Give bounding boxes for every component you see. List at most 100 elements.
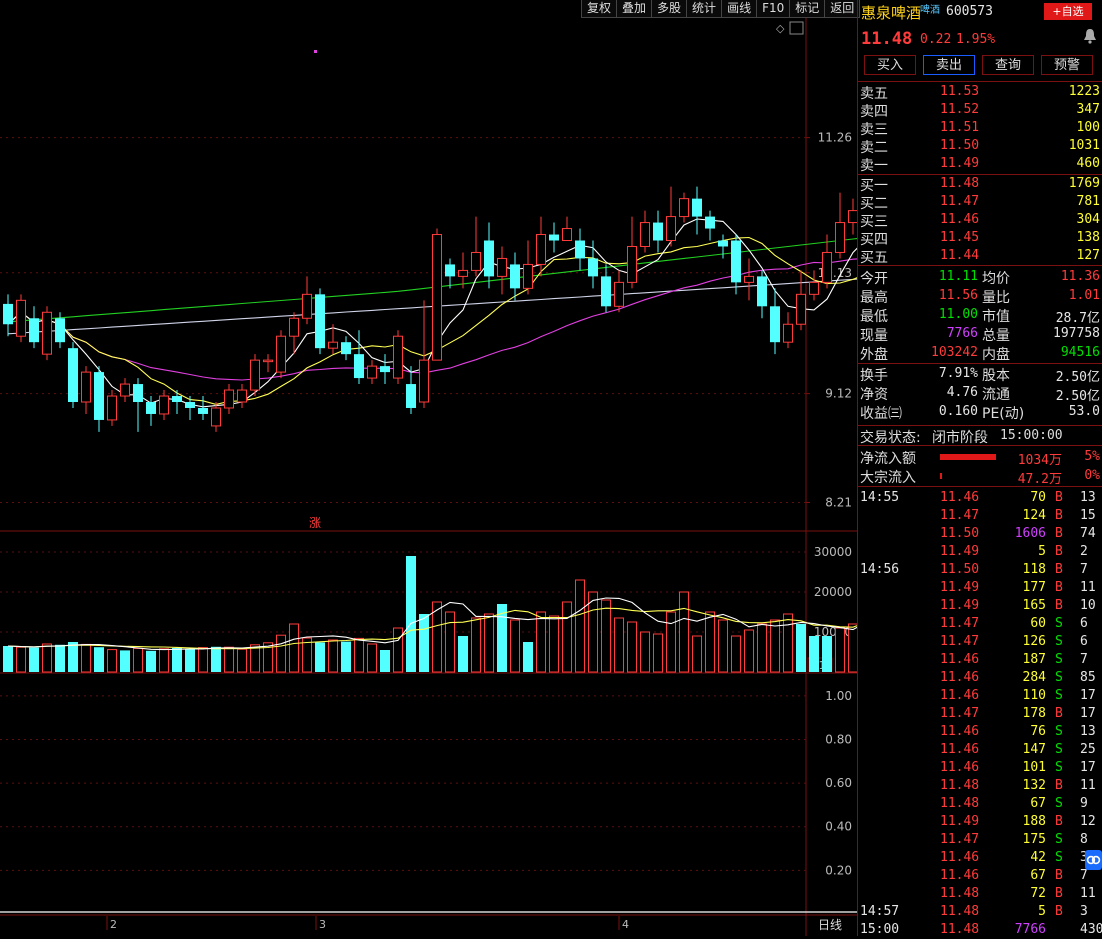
stat-value: 2.50亿 — [1055, 370, 1100, 385]
candle-body — [549, 234, 559, 241]
tick-count: 25 — [1080, 742, 1096, 757]
tick-row[interactable]: 11.46 187 S 7 — [858, 651, 1102, 669]
panel-toggle-icon[interactable] — [789, 21, 804, 35]
stat-label: 内盘 — [982, 347, 1010, 363]
tick-price: 11.46 — [940, 490, 980, 505]
tick-volume: 187 — [1022, 652, 1046, 667]
stat-value: 53.0 — [1068, 404, 1100, 419]
tick-row[interactable]: 14:55 11.46 70 B 13 — [858, 489, 1102, 507]
price-axis-label: 8.21 — [825, 495, 852, 509]
tick-side: B — [1055, 778, 1063, 793]
tick-count: 11 — [1080, 778, 1096, 793]
buy-button[interactable]: 买入 — [864, 55, 916, 75]
tick-count: 7 — [1080, 652, 1088, 667]
tick-row[interactable]: 14:56 11.50 118 B 7 — [858, 561, 1102, 579]
period-selector[interactable]: 日线 — [818, 918, 842, 932]
tick-row[interactable]: 11.47 178 B 17 — [858, 705, 1102, 723]
stat-value: 197758 — [1053, 326, 1100, 341]
candle-body — [68, 348, 78, 402]
tick-side: S — [1055, 796, 1063, 811]
bid-price: 11.47 — [940, 194, 980, 209]
volume-bar — [614, 617, 624, 673]
tick-row[interactable]: 11.49 165 B 10 — [858, 597, 1102, 615]
tick-row[interactable]: 11.50 1606 B 74 — [858, 525, 1102, 543]
tick-row[interactable]: 11.49 177 B 11 — [858, 579, 1102, 597]
volume-bar — [406, 556, 416, 672]
stat-value: 11.11 — [938, 269, 978, 284]
volume-axis-label: 20000 — [814, 585, 852, 599]
tick-row[interactable]: 11.46 101 S 17 — [858, 759, 1102, 777]
alert-button[interactable]: 预警 — [1041, 55, 1093, 75]
volume-bar — [146, 650, 156, 672]
volume-bar — [549, 615, 559, 673]
tick-count: 15 — [1080, 508, 1096, 523]
stat-label: 总量 — [982, 328, 1010, 344]
tick-row[interactable]: 14:57 11.48 5 B 3 — [858, 903, 1102, 921]
tick-row[interactable]: 11.48 72 B 11 — [858, 885, 1102, 903]
tick-count: 3 — [1080, 904, 1088, 919]
candle-body — [562, 228, 572, 242]
toolbar-item[interactable]: 复权 — [582, 0, 618, 18]
tick-row[interactable]: 11.47 60 S 6 — [858, 615, 1102, 633]
diamond-icon[interactable]: ◇ — [776, 22, 785, 35]
volume-bar — [107, 649, 117, 673]
tick-row[interactable]: 11.46 76 S 13 — [858, 723, 1102, 741]
stat-label: 换手 — [860, 368, 888, 384]
volume-bar — [276, 634, 286, 673]
tick-row[interactable]: 11.47 124 B 15 — [858, 507, 1102, 525]
candle-body — [42, 311, 52, 355]
tick-volume: 178 — [1022, 706, 1046, 721]
tick-row[interactable]: 11.46 67 B 7 — [858, 867, 1102, 885]
ask-volume: 1223 — [1068, 84, 1100, 99]
candle-body — [601, 276, 611, 307]
candle-body — [198, 407, 208, 414]
bell-icon[interactable] — [1083, 28, 1097, 44]
tick-side: B — [1055, 508, 1063, 523]
kline-chart[interactable]: 11.2610.139.128.21300002000010000X101.00… — [0, 0, 857, 936]
tick-volume: 165 — [1022, 598, 1046, 613]
tick-row[interactable]: 11.46 284 S 85 — [858, 669, 1102, 687]
toolbar-item[interactable]: F10 — [757, 0, 791, 18]
volume-bar — [809, 636, 819, 672]
tick-row[interactable]: 11.48 132 B 11 — [858, 777, 1102, 795]
sell-button[interactable]: 卖出 — [923, 55, 975, 75]
candle-body — [224, 389, 234, 409]
add-watchlist-button[interactable]: +自选 — [1044, 3, 1092, 20]
tick-row[interactable]: 11.49 5 B 2 — [858, 543, 1102, 561]
tick-row[interactable]: 11.47 126 S 6 — [858, 633, 1102, 651]
tick-volume: 5 — [1038, 904, 1046, 919]
toolbar-item[interactable]: 统计 — [687, 0, 723, 18]
tick-row[interactable]: 11.46 147 S 25 — [858, 741, 1102, 759]
candle-body — [822, 251, 832, 283]
volume-bar — [16, 646, 26, 673]
toolbar-item[interactable]: 多股 — [652, 0, 688, 18]
stat-label: 外盘 — [860, 347, 888, 363]
tick-side: S — [1055, 688, 1063, 703]
stat-label: 现量 — [860, 328, 888, 344]
indicator-axis-label: 0.20 — [825, 863, 852, 877]
tick-row[interactable]: 11.46 110 S 17 — [858, 687, 1102, 705]
link-icon[interactable] — [1085, 850, 1102, 870]
query-button[interactable]: 查询 — [982, 55, 1034, 75]
price-change-pct: 1.95% — [956, 32, 996, 47]
toolbar-item[interactable]: 叠加 — [617, 0, 653, 18]
stat-label: 均价 — [982, 271, 1010, 287]
toolbar-item[interactable]: 画线 — [722, 0, 758, 18]
tick-row[interactable]: 11.46 42 S 3 — [858, 849, 1102, 867]
tick-volume: 126 — [1022, 634, 1046, 649]
stock-code: 600573 — [946, 4, 993, 19]
tick-volume: 70 — [1030, 490, 1046, 505]
volume-axis-label: 30000 — [814, 545, 852, 559]
candle-body — [211, 407, 221, 427]
tick-row[interactable]: 11.49 188 B 12 — [858, 813, 1102, 831]
tick-row[interactable]: 11.48 67 S 9 — [858, 795, 1102, 813]
trade-status-label: 交易状态: — [860, 430, 921, 446]
tick-count: 17 — [1080, 706, 1096, 721]
tick-row[interactable]: 15:00 11.48 7766 430 — [858, 921, 1102, 939]
toolbar-item[interactable]: 返回 — [825, 0, 861, 18]
stat-value: 0.160 — [938, 404, 978, 419]
candle-body — [458, 269, 468, 277]
volume-bar — [562, 601, 572, 673]
tick-row[interactable]: 11.47 175 S 8 — [858, 831, 1102, 849]
toolbar-item[interactable]: 标记 — [790, 0, 826, 18]
